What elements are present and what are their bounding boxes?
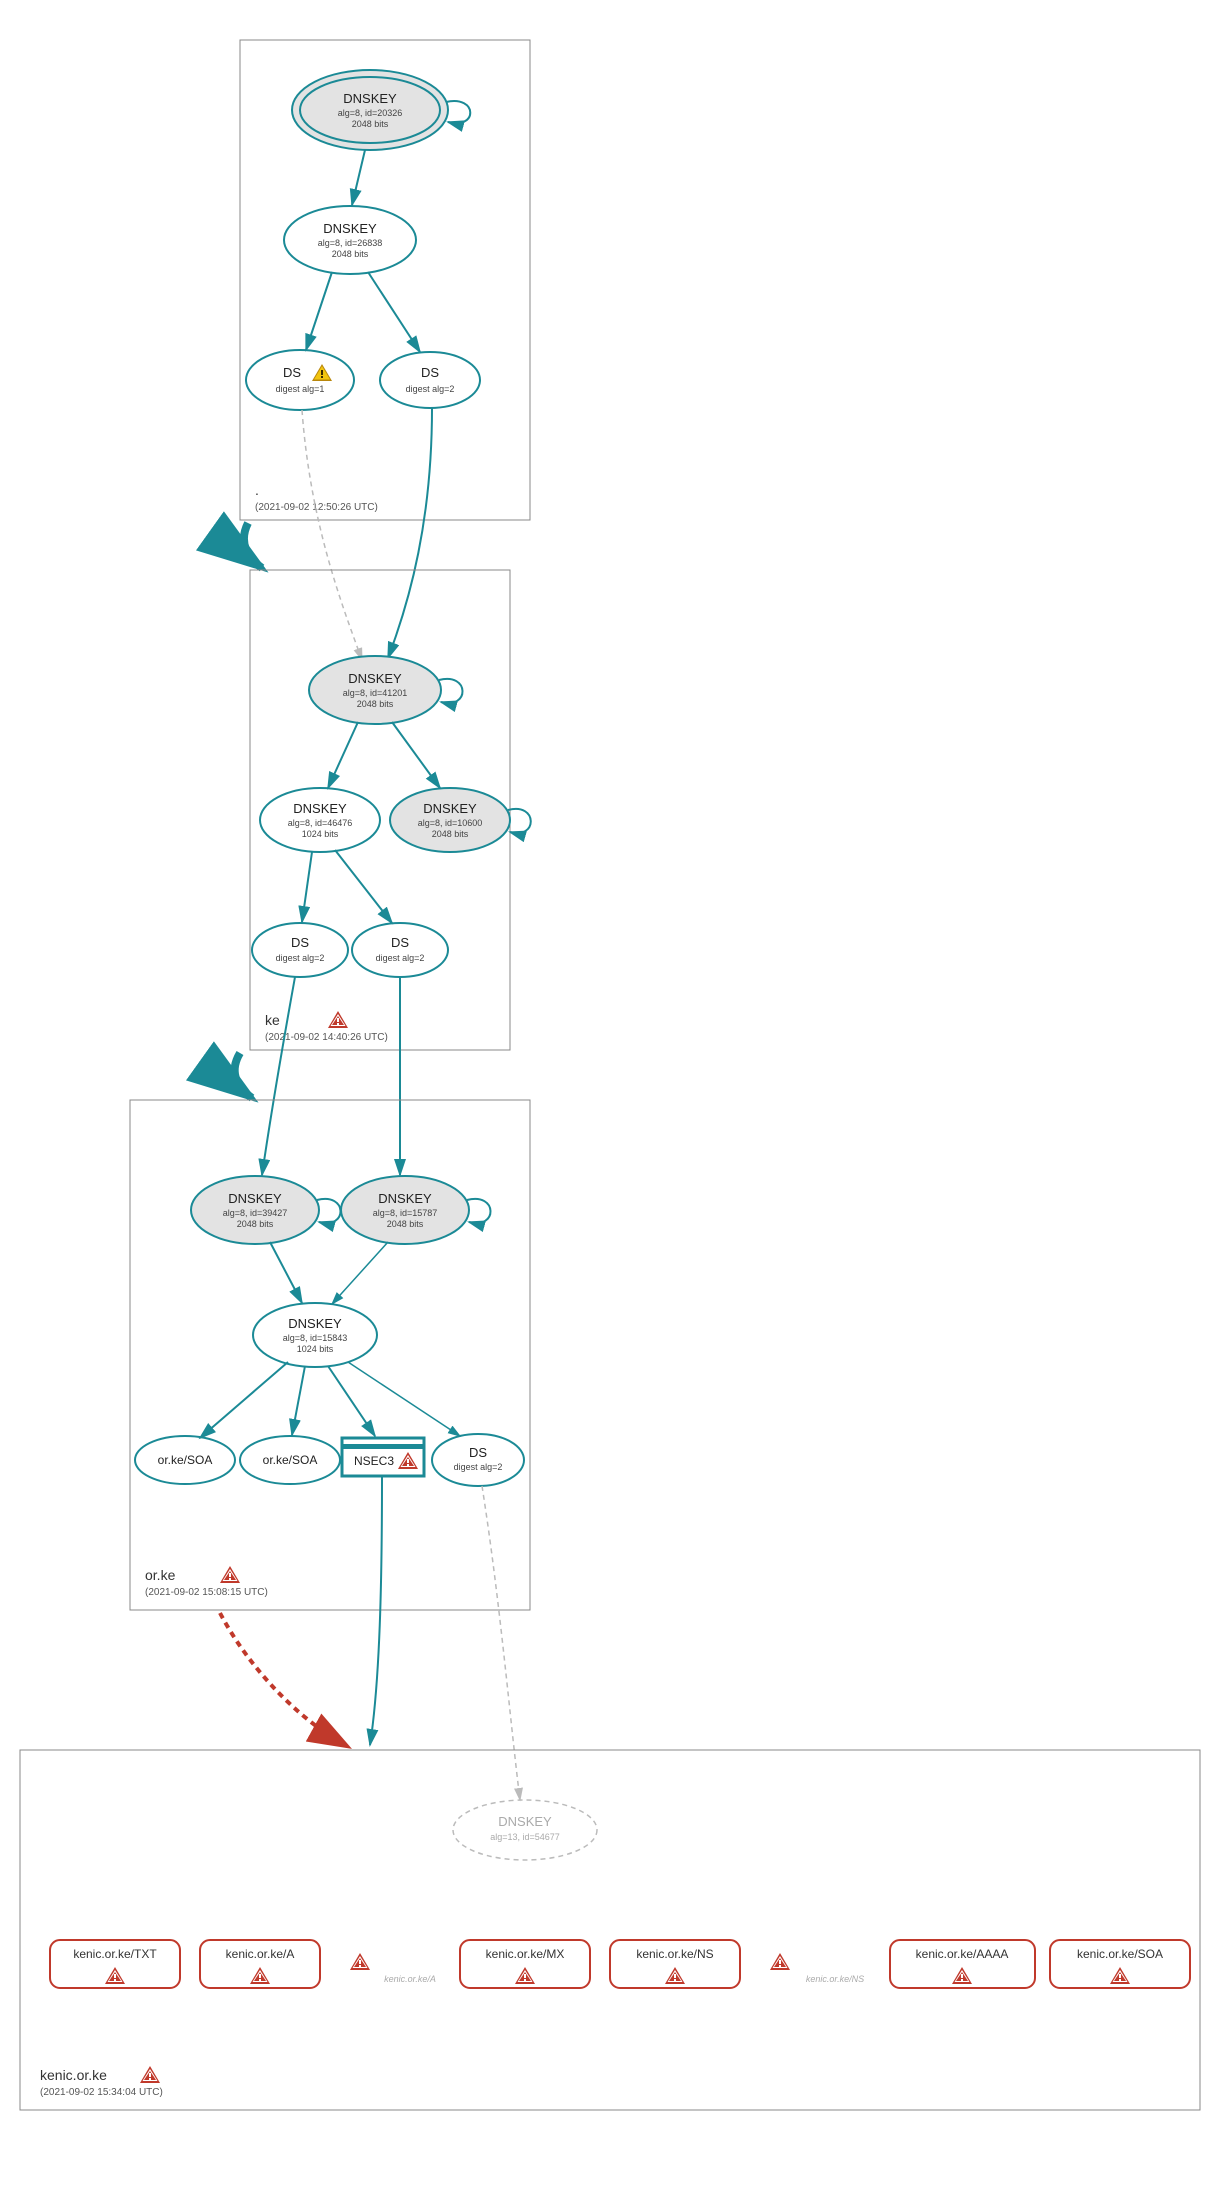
svg-text:kenic.or.ke/AAAA: kenic.or.ke/AAAA [916,1947,1009,1961]
svg-text:digest alg=1: digest alg=1 [276,384,325,394]
svg-text:2048 bits: 2048 bits [432,829,469,839]
node-kenic-mx: kenic.or.ke/MX [460,1940,590,1988]
warning-icon [770,1953,790,1970]
node-root-zsk: DNSKEY alg=8, id=26838 2048 bits [284,206,416,274]
svg-text:DS: DS [291,935,309,950]
svg-text:alg=8, id=46476: alg=8, id=46476 [288,818,353,828]
svg-text:kenic.or.ke/SOA: kenic.or.ke/SOA [1077,1947,1163,1961]
node-ke-zsk1: DNSKEY alg=8, id=46476 1024 bits [260,788,380,852]
svg-text:alg=13, id=54677: alg=13, id=54677 [490,1832,560,1842]
node-orke-k1: DNSKEY alg=8, id=39427 2048 bits [191,1176,341,1244]
node-orke-k2: DNSKEY alg=8, id=15787 2048 bits [341,1176,491,1244]
svg-text:DS: DS [421,365,439,380]
warning-icon [350,1953,370,1970]
svg-text:alg=8, id=39427: alg=8, id=39427 [223,1208,288,1218]
node-kenic-ns: kenic.or.ke/NS [610,1940,740,1988]
warning-icon [328,1011,348,1028]
node-root-ksk: DNSKEY alg=8, id=20326 2048 bits [292,70,470,150]
svg-text:1024 bits: 1024 bits [297,1344,334,1354]
dnssec-graph: . (2021-09-02 12:50:26 UTC) DNSKEY alg=8… [0,0,1219,2194]
svg-text:DNSKEY: DNSKEY [288,1316,342,1331]
node-ke-ksk: DNSKEY alg=8, id=41201 2048 bits [309,656,463,724]
zone-root-name: . [255,482,259,498]
warning-icon [220,1566,240,1583]
warning-icon [140,2066,160,2083]
hint-ns: kenic.or.ke/NS [806,1974,864,1984]
svg-text:alg=8, id=15787: alg=8, id=15787 [373,1208,438,1218]
node-kenic-a: kenic.or.ke/A [200,1940,320,1988]
svg-text:DNSKEY: DNSKEY [323,221,377,236]
svg-text:kenic.or.ke/NS: kenic.or.ke/NS [636,1947,713,1961]
svg-text:alg=8, id=26838: alg=8, id=26838 [318,238,383,248]
svg-text:kenic.or.ke/MX: kenic.or.ke/MX [486,1947,565,1961]
svg-text:DS: DS [283,365,301,380]
svg-text:alg=8, id=10600: alg=8, id=10600 [418,818,483,828]
svg-text:2048 bits: 2048 bits [357,699,394,709]
svg-text:kenic.or.ke/A: kenic.or.ke/A [226,1947,295,1961]
svg-text:DNSKEY: DNSKEY [498,1814,552,1829]
node-kenic-key: DNSKEY alg=13, id=54677 [453,1800,597,1860]
svg-text:alg=8, id=20326: alg=8, id=20326 [338,108,403,118]
svg-text:digest alg=2: digest alg=2 [454,1462,503,1472]
node-orke-zsk: DNSKEY alg=8, id=15843 1024 bits [253,1303,377,1367]
svg-text:or.ke/SOA: or.ke/SOA [158,1453,213,1467]
zone-orke-name: or.ke [145,1567,176,1583]
svg-text:DS: DS [391,935,409,950]
node-kenic-soa: kenic.or.ke/SOA [1050,1940,1190,1988]
svg-text:digest alg=2: digest alg=2 [276,953,325,963]
svg-text:DNSKEY: DNSKEY [228,1191,282,1206]
zone-ke: ke (2021-09-02 14:40:26 UTC) DNSKEY alg=… [250,570,531,1050]
node-orke-soa2: or.ke/SOA [240,1436,340,1484]
svg-text:kenic.or.ke/TXT: kenic.or.ke/TXT [73,1947,157,1961]
node-root-ds2: DS digest alg=2 [380,352,480,408]
zone-kenic-name: kenic.or.ke [40,2067,107,2083]
svg-text:2048 bits: 2048 bits [352,119,389,129]
zone-ke-name: ke [265,1012,280,1028]
svg-text:DNSKEY: DNSKEY [423,801,477,816]
node-root-ds1: DS digest alg=1 [246,350,354,410]
node-orke-ds: DS digest alg=2 [432,1434,524,1486]
svg-text:DS: DS [469,1445,487,1460]
zone-kenic-ts: (2021-09-02 15:34:04 UTC) [40,2087,163,2098]
svg-text:or.ke/SOA: or.ke/SOA [263,1453,318,1467]
svg-text:DNSKEY: DNSKEY [293,801,347,816]
zone-root: . (2021-09-02 12:50:26 UTC) DNSKEY alg=8… [240,40,530,520]
node-orke-nsec3: NSEC3 [342,1438,424,1476]
svg-text:alg=8, id=41201: alg=8, id=41201 [343,688,408,698]
svg-text:DNSKEY: DNSKEY [343,91,397,106]
node-kenic-txt: kenic.or.ke/TXT [50,1940,180,1988]
svg-text:DNSKEY: DNSKEY [348,671,402,686]
svg-text:1024 bits: 1024 bits [302,829,339,839]
zone-orke: or.ke (2021-09-02 15:08:15 UTC) DNSKEY a… [130,1100,530,1610]
zone-orke-ts: (2021-09-02 15:08:15 UTC) [145,1587,268,1598]
svg-text:alg=8, id=15843: alg=8, id=15843 [283,1333,348,1343]
svg-text:2048 bits: 2048 bits [237,1219,274,1229]
svg-text:digest alg=2: digest alg=2 [406,384,455,394]
svg-text:NSEC3: NSEC3 [354,1454,394,1468]
node-kenic-aaaa: kenic.or.ke/AAAA [890,1940,1035,1988]
zone-kenic: kenic.or.ke (2021-09-02 15:34:04 UTC) DN… [20,1750,1200,2110]
svg-text:DNSKEY: DNSKEY [378,1191,432,1206]
node-ke-ds2: DS digest alg=2 [352,923,448,977]
svg-text:digest alg=2: digest alg=2 [376,953,425,963]
node-orke-soa1: or.ke/SOA [135,1436,235,1484]
svg-text:2048 bits: 2048 bits [332,249,369,259]
hint-a: kenic.or.ke/A [384,1974,436,1984]
svg-text:2048 bits: 2048 bits [387,1219,424,1229]
node-ke-ds1: DS digest alg=2 [252,923,348,977]
